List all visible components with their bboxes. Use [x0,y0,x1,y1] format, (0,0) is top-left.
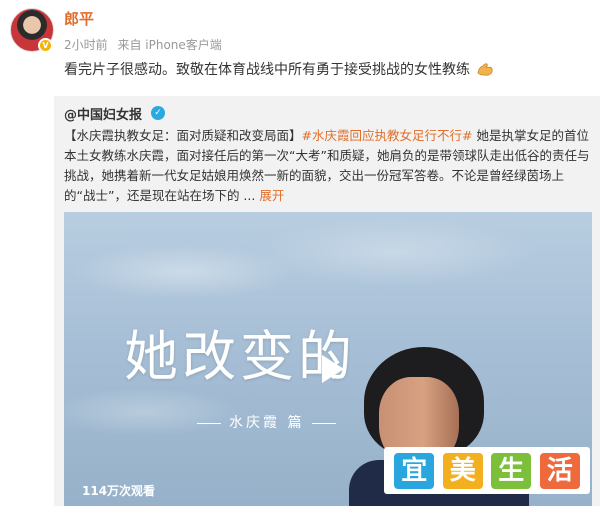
watermark-char: 活 [539,452,580,489]
view-count: 114万次观看 [82,484,156,498]
weibo-post: V 郎平 2小时前 来自 iPhone客户端 看完片子很感动。致敬在体育战线中所… [0,0,600,506]
post-source[interactable]: 来自 iPhone客户端 [117,38,221,52]
repost-author[interactable]: @中国妇女报 [64,104,142,123]
post-text: 看完片子很感动。致敬在体育战线中所有勇于接受挑战的女性教练 [64,60,494,80]
topic-link[interactable]: #水庆霞回应执教女足行不行# [302,128,473,143]
watermark-char: 宜 [394,452,435,489]
video-subtitle: 水庆霞 篇 [189,412,344,432]
strong-arm-emoji-icon [476,61,494,77]
post-meta: 2小时前 来自 iPhone客户端 [64,36,222,53]
play-icon[interactable] [322,355,344,383]
post-time[interactable]: 2小时前 [64,38,108,52]
verified-badge-icon: V [38,38,53,53]
watermark-char: 生 [491,452,532,489]
repost-text: 【水庆霞执教女足：面对质疑和改变局面】#水庆霞回应执教女足行不行# 她是执掌女足… [64,126,592,206]
watermark-char: 美 [442,452,483,489]
post-text-content: 看完片子很感动。致敬在体育战线中所有勇于接受挑战的女性教练 [64,62,470,78]
watermark-logo: 宜 美 生 活 [384,447,590,494]
verified-check-icon: ✓ [151,106,165,120]
expand-link[interactable]: 展开 [259,188,284,203]
username[interactable]: 郎平 [64,8,94,29]
repost-card[interactable]: @中国妇女报 ✓ 【水庆霞执教女足：面对质疑和改变局面】#水庆霞回应执教女足行不… [54,96,600,506]
repost-text-lead: 【水庆霞执教女足：面对质疑和改变局面】 [64,128,302,143]
